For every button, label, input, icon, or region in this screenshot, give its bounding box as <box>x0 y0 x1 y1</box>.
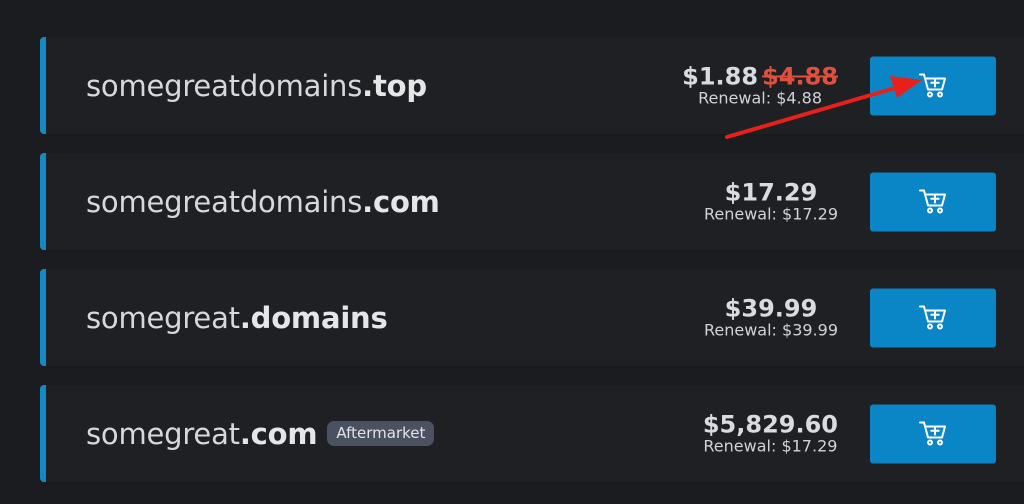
domain-sld: somegreatdomains <box>86 68 363 103</box>
renewal-price: Renewal: $17.29 <box>703 436 838 455</box>
price-block: $5,829.60 Renewal: $17.29 <box>703 412 838 455</box>
domain-sld: somegreatdomains <box>86 184 363 219</box>
domain-name: somegreat .domains <box>86 301 388 335</box>
price-block: $17.29 Renewal: $17.29 <box>704 180 838 223</box>
domain-name: somegreatdomains .top <box>86 69 427 103</box>
domain-sld: somegreat <box>86 300 240 335</box>
renewal-price: Renewal: $4.88 <box>698 88 822 107</box>
original-price: $4.88 <box>762 62 838 90</box>
current-price: $39.99 <box>724 294 818 322</box>
add-to-cart-button[interactable] <box>870 404 996 463</box>
domain-result-row: somegreat .com Aftermarket $5,829.60 Rene… <box>40 385 1024 484</box>
add-to-cart-button[interactable] <box>870 172 996 231</box>
renewal-price: Renewal: $17.29 <box>703 204 838 223</box>
add-to-cart-icon <box>919 421 946 446</box>
price-block: $1.88 $4.88 Renewal: $4.88 <box>682 64 838 107</box>
domain-result-row: somegreatdomains .com $17.29 Renewal: $17… <box>40 153 1024 252</box>
add-to-cart-icon <box>919 305 946 330</box>
domain-tld: .com <box>239 416 318 451</box>
domain-result-row: somegreatdomains .top $1.88 $4.88 Renewal:… <box>40 37 1024 136</box>
price-line: $5,829.60 <box>703 412 838 436</box>
domain-tld: .top <box>362 68 427 103</box>
domain-tld: .domains <box>239 300 388 335</box>
add-to-cart-icon <box>919 73 946 98</box>
domain-results-page: somegreatdomains .top $1.88 $4.88 Renewal:… <box>0 0 1024 504</box>
add-to-cart-button[interactable] <box>870 288 996 347</box>
price-block: $39.99 Renewal: $39.99 <box>704 296 838 339</box>
domain-sld: somegreat <box>86 416 240 451</box>
price-line: $39.99 <box>704 296 838 320</box>
current-price: $17.29 <box>724 178 818 206</box>
domain-result-row: somegreat .domains $39.99 Renewal: $39.99 <box>40 269 1024 368</box>
current-price: $5,829.60 <box>702 410 838 438</box>
add-to-cart-icon <box>919 189 946 214</box>
price-line: $17.29 <box>704 180 838 204</box>
domain-name: somegreatdomains .com <box>86 185 440 219</box>
domain-tld: .com <box>362 184 440 219</box>
renewal-price: Renewal: $39.99 <box>703 320 838 339</box>
current-price: $1.88 <box>682 62 759 90</box>
domain-name: somegreat .com Aftermarket <box>86 416 435 451</box>
aftermarket-badge: Aftermarket <box>327 421 435 446</box>
add-to-cart-button[interactable] <box>870 56 996 115</box>
price-line: $1.88 $4.88 <box>682 64 838 88</box>
